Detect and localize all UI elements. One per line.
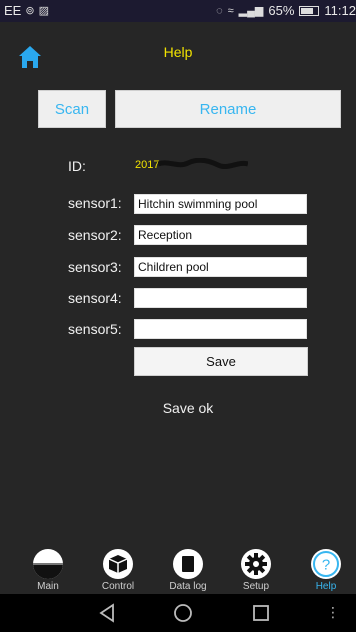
sensor3-label: sensor3:	[68, 259, 122, 275]
nav-setup-label: Setup	[242, 581, 270, 592]
notification-icon: ⊚	[25, 5, 35, 17]
back-icon[interactable]	[96, 602, 118, 624]
nav-data-log-label: Data log	[169, 581, 207, 592]
bottom-nav: Main Control Data log Setup ? Help	[0, 542, 356, 594]
battery-percent: 65%	[268, 3, 295, 18]
page-title: Help	[163, 44, 193, 60]
nav-control[interactable]: Control	[86, 546, 150, 594]
status-message: Save ok	[162, 400, 214, 416]
id-value: 2017	[135, 159, 160, 171]
sensor4-label: sensor4:	[68, 290, 122, 306]
svg-text:?: ?	[322, 557, 330, 574]
image-notification-icon: ▨	[38, 5, 49, 17]
app-header: Help	[0, 22, 356, 82]
wifi-icon: ≈	[227, 4, 234, 17]
nav-help[interactable]: ? Help	[294, 546, 356, 594]
document-icon	[173, 549, 203, 579]
box-icon	[103, 549, 133, 579]
nav-main[interactable]: Main	[16, 546, 80, 594]
clock: 11:12	[324, 3, 356, 18]
alarm-icon: ◌	[216, 4, 223, 17]
status-bar: EE ⊚ ▨ ◌ ≈ ▂▄▆ 65% 11:12	[0, 0, 356, 22]
scan-button[interactable]: Scan	[38, 90, 106, 128]
help-icon: ?	[311, 549, 341, 579]
home-circle-icon[interactable]	[172, 602, 194, 624]
battery-icon	[299, 5, 320, 16]
nav-control-label: Control	[101, 581, 135, 592]
menu-dots-icon[interactable]: ⋮	[326, 604, 340, 621]
status-right: ◌ ≈ ▂▄▆ 65% 11:12	[216, 3, 356, 18]
gear-icon	[241, 549, 271, 579]
sensor5-label: sensor5:	[68, 321, 122, 337]
sensor1-field[interactable]	[134, 194, 307, 214]
nav-data-log[interactable]: Data log	[156, 546, 220, 594]
nav-help-label: Help	[315, 581, 337, 592]
status-left: EE ⊚ ▨	[4, 3, 49, 18]
sensor2-field[interactable]	[134, 225, 307, 245]
sensor2-label: sensor2:	[68, 227, 122, 243]
sensor5-field[interactable]	[134, 319, 307, 339]
android-nav-bar: ⋮	[0, 594, 356, 632]
save-button[interactable]: Save	[134, 347, 308, 376]
carrier-label: EE	[4, 3, 22, 18]
signal-icon: ▂▄▆	[238, 5, 264, 17]
sensor4-field[interactable]	[134, 288, 307, 308]
sensor1-label: sensor1:	[68, 195, 122, 211]
id-label: ID:	[68, 158, 86, 174]
rename-button[interactable]: Rename	[115, 90, 341, 128]
recents-icon[interactable]	[250, 602, 272, 624]
sensor3-field[interactable]	[134, 257, 307, 277]
redaction-scribble	[158, 158, 248, 170]
half-circle-icon	[33, 549, 63, 579]
main-content: Scan Rename ID: 2017 sensor1: sensor2: s…	[0, 82, 356, 542]
nav-setup[interactable]: Setup	[224, 546, 288, 594]
nav-main-label: Main	[37, 581, 59, 592]
